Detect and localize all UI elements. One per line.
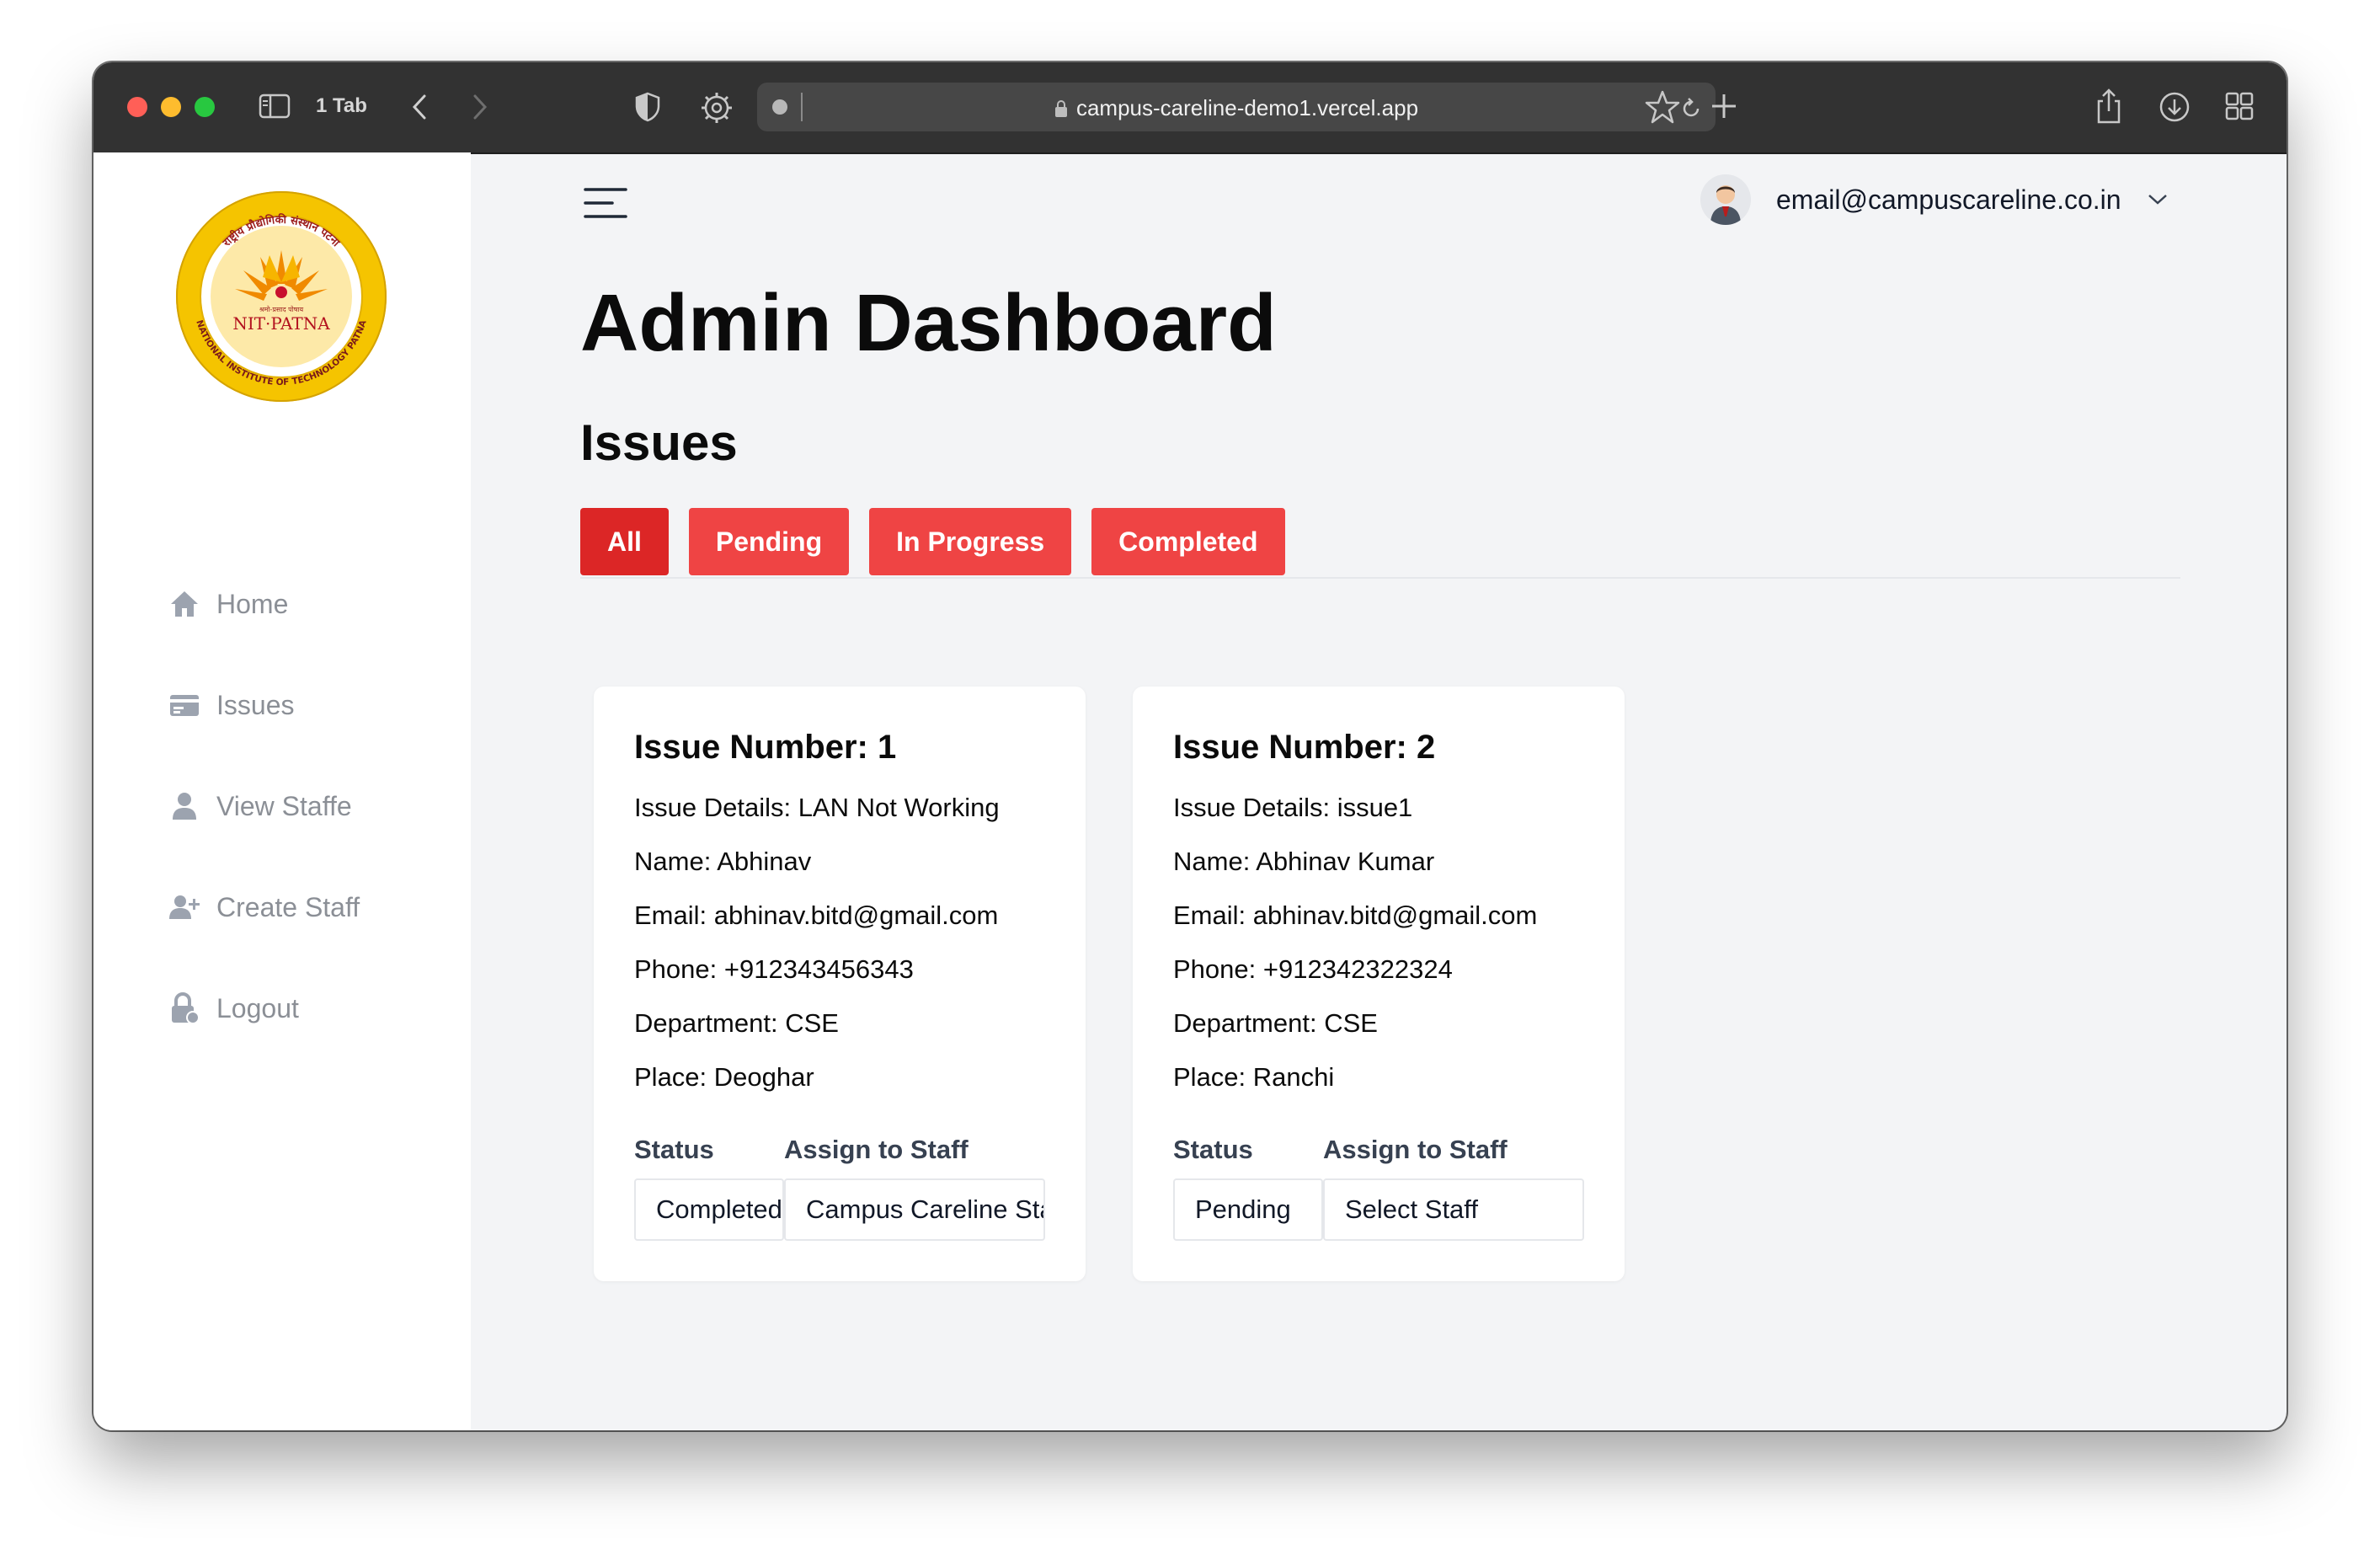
issue-email: Email: abhinav.bitd@gmail.com: [634, 900, 999, 930]
user-icon: [173, 793, 196, 820]
main-content: email@campuscareline.co.in Admin Dashboa…: [471, 152, 2287, 1430]
hamburger-menu-icon[interactable]: [584, 184, 627, 222]
tab-all[interactable]: All: [580, 508, 669, 575]
assign-staff-select[interactable]: Campus Careline Staff: [784, 1178, 1045, 1241]
browser-window: 1 Tab campus-careline-demo1.vercel.app र…: [93, 62, 2287, 1430]
share-icon[interactable]: [2095, 88, 2123, 125]
issue-department: Department: CSE: [1173, 1008, 1378, 1038]
issue-place: Place: Ranchi: [1173, 1062, 1335, 1092]
browser-toolbar: 1 Tab campus-careline-demo1.vercel.app: [93, 62, 2287, 154]
issue-card: Issue Number: 1 Issue Details: LAN Not W…: [594, 687, 1086, 1281]
close-window-button[interactable]: [127, 97, 147, 117]
lock-icon: [172, 992, 200, 1024]
sidebar-item-label: View Staffe: [216, 790, 352, 821]
tab-completed[interactable]: Completed: [1091, 508, 1285, 575]
reload-icon[interactable]: [1680, 96, 1702, 120]
logo-tagline: श्रमो-प्रसाद पोषाय: [259, 305, 304, 313]
issue-place: Place: Deoghar: [634, 1062, 814, 1092]
card-icon: [170, 695, 199, 716]
page-title: Admin Dashboard: [580, 278, 1277, 368]
sidebar-item-label: Home: [216, 588, 289, 619]
nit-patna-logo[interactable]: राष्ट्रीय प्रौद्योगिकी संस्थान पटना NATI…: [174, 190, 388, 403]
sidebar-item-home[interactable]: Home: [168, 579, 437, 629]
sidebar-item-label: Issues: [216, 689, 295, 720]
bookmark-star-icon[interactable]: [1645, 89, 1680, 125]
chevron-down-icon: [2148, 195, 2167, 205]
tab-count-label[interactable]: 1 Tab: [316, 94, 367, 118]
lock-icon: [1054, 100, 1067, 117]
sidebar-item-logout[interactable]: Logout: [168, 983, 437, 1034]
tab-overview-icon[interactable]: [2224, 91, 2255, 121]
status-select[interactable]: Pending: [1173, 1178, 1323, 1241]
tab-in-progress[interactable]: In Progress: [869, 508, 1072, 575]
user-email: email@campuscareline.co.in: [1776, 184, 2121, 215]
issue-number: Issue Number: 2: [1173, 729, 1436, 766]
issue-number: Issue Number: 1: [634, 729, 897, 766]
sidebar-item-issues[interactable]: Issues: [168, 680, 437, 730]
avatar: [1700, 174, 1751, 225]
status-header: Status: [1173, 1135, 1253, 1164]
sidebar-item-label: Create Staff: [216, 891, 360, 922]
assign-staff-select[interactable]: Select Staff: [1323, 1178, 1584, 1241]
sidebar-item-view-staffe[interactable]: View Staffe: [168, 781, 437, 831]
filter-tabs: All Pending In Progress Completed: [580, 508, 1285, 575]
issue-department: Department: CSE: [634, 1008, 839, 1038]
sidebar: राष्ट्रीय प्रौद्योगिकी संस्थान पटना NATI…: [93, 152, 471, 1430]
shield-icon[interactable]: [634, 91, 661, 123]
tabs-divider: [580, 577, 2180, 579]
issue-phone: Phone: +912343456343: [634, 954, 914, 984]
new-tab-plus-icon[interactable]: [1709, 91, 1739, 121]
user-menu[interactable]: email@campuscareline.co.in: [1700, 173, 2169, 227]
maximize-window-button[interactable]: [195, 97, 215, 117]
issue-name: Name: Abhinav Kumar: [1173, 847, 1435, 876]
assign-staff-header: Assign to Staff: [1323, 1135, 1508, 1164]
sidebar-item-create-staff[interactable]: Create Staff: [168, 882, 437, 932]
home-icon: [171, 591, 198, 617]
download-icon[interactable]: [2159, 91, 2191, 123]
issue-card: Issue Number: 2 Issue Details: issue1 Na…: [1133, 687, 1625, 1281]
sidebar-item-label: Logout: [216, 992, 299, 1023]
minimize-window-button[interactable]: [161, 97, 181, 117]
address-bar[interactable]: campus-careline-demo1.vercel.app: [757, 83, 1716, 131]
status-header: Status: [634, 1135, 714, 1164]
settings-gear-icon[interactable]: [700, 91, 734, 125]
status-select[interactable]: Completed: [634, 1178, 784, 1241]
section-title: Issues: [580, 414, 738, 471]
issue-details: Issue Details: LAN Not Working: [634, 793, 1000, 822]
forward-icon[interactable]: [471, 93, 489, 121]
logo-name: NIT·PATNA: [232, 313, 330, 334]
issue-details: Issue Details: issue1: [1173, 793, 1413, 822]
sidebar-toggle-icon[interactable]: [259, 93, 291, 120]
back-icon[interactable]: [410, 93, 429, 121]
issue-phone: Phone: +912342322324: [1173, 954, 1453, 984]
issue-email: Email: abhinav.bitd@gmail.com: [1173, 900, 1538, 930]
tab-pending[interactable]: Pending: [688, 508, 850, 575]
assign-staff-header: Assign to Staff: [784, 1135, 969, 1164]
user-plus-icon: [169, 895, 200, 919]
url-text-container: campus-careline-demo1.vercel.app: [757, 95, 1716, 121]
issue-name: Name: Abhinav: [634, 847, 812, 876]
url-text: campus-careline-demo1.vercel.app: [1075, 95, 1419, 120]
